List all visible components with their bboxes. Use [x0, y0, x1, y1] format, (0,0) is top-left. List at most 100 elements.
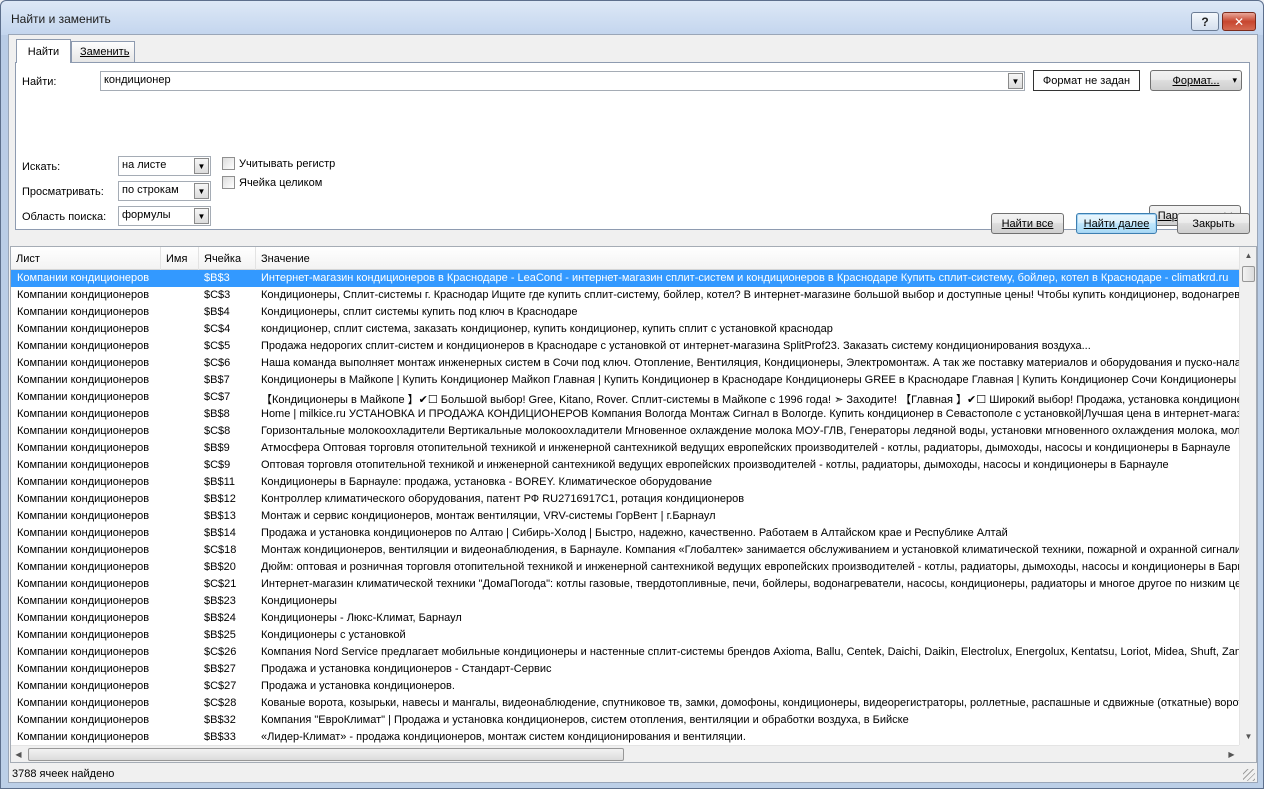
close-button[interactable]: Закрыть [1177, 213, 1250, 234]
vertical-scrollbar[interactable]: ▲ ▼ [1239, 247, 1256, 746]
result-value: кондиционер, сплит система, заказать кон… [261, 323, 833, 335]
result-row[interactable]: Компании кондиционеров $C$21 Интернет-мага… [11, 576, 1240, 593]
result-row[interactable]: Компании кондиционеров $B$25 Кондиционеры … [11, 627, 1240, 644]
result-row[interactable]: Компании кондиционеров $B$8 Home | milkice… [11, 406, 1240, 423]
look-in-label: Область поиска: [22, 211, 107, 223]
title-bar[interactable]: Найти и заменить ? ✕ [1, 1, 1263, 35]
close-window-button[interactable]: ✕ [1222, 12, 1256, 31]
chevron-down-icon[interactable]: ▼ [194, 183, 209, 199]
column-header-cell[interactable]: Ячейка [199, 247, 256, 270]
result-row[interactable]: Компании кондиционеров $B$4 Кондиционеры, … [11, 304, 1240, 321]
resize-grip-icon[interactable] [1243, 769, 1255, 781]
result-row[interactable]: Компании кондиционеров $C$5 Продажа недоро… [11, 338, 1240, 355]
search-order-select[interactable]: по строкам ▼ [118, 181, 211, 201]
find-next-label: Найти далее [1083, 217, 1150, 230]
help-button[interactable]: ? [1191, 12, 1219, 31]
result-value: Интернет-магазин климатической техники "… [261, 578, 1240, 590]
chevron-down-icon[interactable]: ▼ [194, 158, 209, 174]
result-row[interactable]: Компании кондиционеров $C$8 Горизонтальные… [11, 423, 1240, 440]
result-value: Продажа и установка кондиционеров - Стан… [261, 663, 552, 675]
find-all-label: Найти все [1001, 217, 1054, 230]
result-sheet: Компании кондиционеров [17, 459, 150, 471]
results-list[interactable]: Лист Имя Ячейка Значение Компании кондиц… [10, 246, 1257, 763]
result-sheet: Компании кондиционеров [17, 544, 150, 556]
result-row[interactable]: Компании кондиционеров $C$4 кондиционер, с… [11, 321, 1240, 338]
scroll-up-icon[interactable]: ▲ [1242, 248, 1255, 263]
result-cell: $C$9 [204, 459, 231, 471]
look-in-value: формулы [122, 209, 171, 221]
result-sheet: Компании кондиционеров [17, 629, 150, 641]
scroll-right-icon[interactable]: ▶ [1225, 747, 1238, 762]
result-row[interactable]: Компании кондиционеров $B$12 Контроллер кл… [11, 491, 1240, 508]
result-value: Кондиционеры в Барнауле: продажа, устано… [261, 476, 713, 488]
result-sheet: Компании кондиционеров [17, 680, 150, 692]
search-order-label: Просматривать: [22, 186, 104, 198]
tab-replace-label: Заменить [80, 46, 130, 58]
result-cell: $B$27 [204, 663, 236, 675]
scroll-down-icon[interactable]: ▼ [1242, 729, 1255, 744]
result-cell: $C$27 [204, 680, 237, 692]
result-cell: $B$12 [204, 493, 236, 505]
tab-replace[interactable]: Заменить [71, 41, 135, 62]
result-row[interactable]: Компании кондиционеров $C$28 Кованые ворот… [11, 695, 1240, 712]
scroll-left-icon[interactable]: ◀ [12, 747, 25, 762]
result-row[interactable]: Компании кондиционеров $C$27 Продажа и уст… [11, 678, 1240, 695]
result-row[interactable]: Компании кондиционеров $C$6 Наша команда в… [11, 355, 1240, 372]
horizontal-scroll-thumb[interactable] [28, 748, 624, 761]
result-row[interactable]: Компании кондиционеров $B$9 Атмосфера Опто… [11, 440, 1240, 457]
result-cell: $C$6 [204, 357, 231, 369]
column-header-value[interactable]: Значение [256, 247, 1243, 270]
result-sheet: Компании кондиционеров [17, 527, 150, 539]
result-cell: $C$21 [204, 578, 237, 590]
result-row[interactable]: Компании кондиционеров $B$33 «Лидер-Климат… [11, 729, 1240, 746]
result-cell: $B$8 [204, 408, 230, 420]
result-row[interactable]: Компании кондиционеров $B$14 Продажа и уст… [11, 525, 1240, 542]
result-row[interactable]: Компании кондиционеров $B$23 Кондиционеры [11, 593, 1240, 610]
result-cell: $C$26 [204, 646, 237, 658]
result-row[interactable]: Компании кондиционеров $C$26 Компания Nord… [11, 644, 1240, 661]
match-case-checkbox[interactable] [222, 157, 235, 170]
result-sheet: Компании кондиционеров [17, 323, 150, 335]
result-row[interactable]: Компании кондиционеров $C$3 Кондиционеры, … [11, 287, 1240, 304]
result-sheet: Компании кондиционеров [17, 697, 150, 709]
find-all-button[interactable]: Найти все [991, 213, 1064, 234]
result-row[interactable]: Компании кондиционеров $B$27 Продажа и уст… [11, 661, 1240, 678]
format-button[interactable]: Формат... ▾ [1150, 70, 1242, 91]
result-row[interactable]: Компании кондиционеров $B$32 Компания "Евр… [11, 712, 1240, 729]
result-cell: $C$4 [204, 323, 231, 335]
horizontal-scrollbar[interactable]: ◀ ▶ [11, 745, 1240, 762]
result-row[interactable]: Компании кондиционеров $C$9 Оптовая торгов… [11, 457, 1240, 474]
entire-cell-label[interactable]: Ячейка целиком [239, 177, 322, 189]
chevron-down-icon[interactable]: ▼ [194, 208, 209, 224]
result-value: Home | milkice.ru УСТАНОВКА И ПРОДАЖА КО… [261, 408, 1240, 420]
look-in-select[interactable]: формулы ▼ [118, 206, 211, 226]
result-sheet: Компании кондиционеров [17, 340, 150, 352]
entire-cell-checkbox[interactable] [222, 176, 235, 189]
dropdown-arrow-icon[interactable]: ▾ [1232, 75, 1237, 86]
result-sheet: Компании кондиционеров [17, 391, 150, 403]
result-row[interactable]: Компании кондиционеров $C$7 【Кондиционеры … [11, 389, 1240, 406]
result-row[interactable]: Компании кондиционеров $B$3 Интернет-магаз… [11, 270, 1240, 287]
vertical-scroll-thumb[interactable] [1242, 266, 1255, 282]
result-row[interactable]: Компании кондиционеров $C$18 Монтаж кондиц… [11, 542, 1240, 559]
result-row[interactable]: Компании кондиционеров $B$24 Кондиционеры … [11, 610, 1240, 627]
result-sheet: Компании кондиционеров [17, 272, 150, 284]
results-rows: Компании кондиционеров $B$3 Интернет-магаз… [11, 270, 1240, 746]
find-input[interactable]: кондиционер ▼ [100, 71, 1025, 91]
result-cell: $B$23 [204, 595, 236, 607]
column-header-name[interactable]: Имя [161, 247, 199, 270]
within-select-value: на листе [122, 159, 167, 171]
column-header-sheet[interactable]: Лист [11, 247, 161, 270]
result-row[interactable]: Компании кондиционеров $B$20 Дюйм: оптовая… [11, 559, 1240, 576]
match-case-label[interactable]: Учитывать регистр [239, 158, 335, 170]
result-value: «Лидер-Климат» - продажа кондиционеров, … [261, 731, 746, 743]
find-next-button[interactable]: Найти далее [1076, 213, 1157, 234]
tab-find[interactable]: Найти [16, 39, 71, 63]
result-row[interactable]: Компании кондиционеров $B$11 Кондиционеры … [11, 474, 1240, 491]
result-row[interactable]: Компании кондиционеров $B$7 Кондиционеры в… [11, 372, 1240, 389]
result-value: Наша команда выполняет монтаж инженерных… [261, 357, 1240, 369]
within-select[interactable]: на листе ▼ [118, 156, 211, 176]
result-sheet: Компании кондиционеров [17, 476, 150, 488]
result-row[interactable]: Компании кондиционеров $B$13 Монтаж и серв… [11, 508, 1240, 525]
chevron-down-icon[interactable]: ▼ [1008, 73, 1023, 89]
